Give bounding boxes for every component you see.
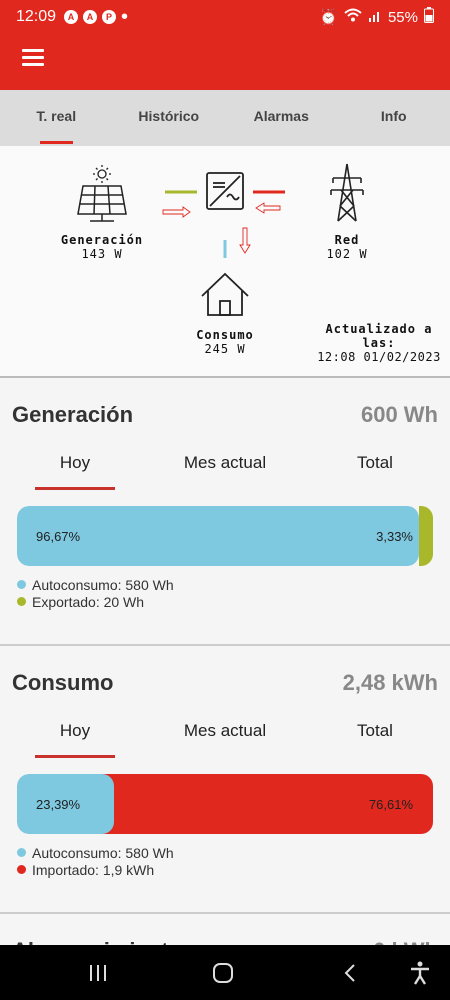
updated-value: 12:08 01/02/2023: [317, 350, 441, 364]
generation-value: 143 W: [81, 247, 123, 261]
status-bar: 12:09 A A P • ⏰ 55%: [0, 0, 450, 34]
notification-icon: A: [83, 10, 98, 24]
legend-item: Exportado: 20 Wh: [17, 593, 174, 610]
menu-icon[interactable]: [22, 49, 44, 67]
tab-total[interactable]: Total: [300, 716, 450, 756]
legend-label: Autoconsumo: 580 Wh: [32, 844, 174, 861]
legend-dot: [17, 580, 26, 589]
arrow-right-icon: [162, 206, 191, 218]
recent-apps-button[interactable]: [80, 945, 116, 1000]
battery-icon: [424, 7, 434, 27]
more-notifications-icon: •: [121, 6, 129, 28]
section-title: Consumo: [12, 670, 114, 695]
consumption-section: Consumo 2,48 kWh Hoy Mes actual Total 23…: [0, 646, 450, 914]
tab-alarms[interactable]: Alarmas: [225, 90, 338, 146]
legend-dot: [17, 848, 26, 857]
tab-current-month[interactable]: Mes actual: [150, 448, 300, 488]
power-tower-icon: [330, 163, 364, 222]
main-tabs: T. real Histórico Alarmas Info: [0, 90, 450, 146]
tab-today[interactable]: Hoy: [0, 716, 150, 758]
home-button[interactable]: [205, 945, 241, 1000]
section-title: Generación: [12, 402, 134, 427]
pinterest-icon: P: [102, 10, 117, 24]
tab-history[interactable]: Histórico: [113, 90, 226, 146]
signal-icon: [368, 8, 382, 26]
generation-readout: Generación 143 W: [52, 233, 152, 261]
generation-section: Generación 600 Wh Hoy Mes actual Total 9…: [0, 378, 450, 646]
arrow-down-icon: [239, 227, 251, 254]
tab-info[interactable]: Info: [338, 90, 450, 146]
wifi-icon: [344, 8, 362, 26]
legend-dot: [17, 597, 26, 606]
legend-item: Autoconsumo: 580 Wh: [17, 844, 174, 861]
legend-label: Autoconsumo: 580 Wh: [32, 576, 174, 593]
tab-total[interactable]: Total: [300, 448, 450, 488]
accessibility-icon: [411, 961, 429, 985]
accessibility-button[interactable]: [402, 945, 438, 1000]
back-button[interactable]: [332, 945, 368, 1000]
solar-panel-icon: [77, 185, 127, 222]
legend-item: Importado: 1,9 kWh: [17, 861, 174, 878]
consumption-label: Consumo: [196, 328, 254, 342]
self-consumption-segment: 96,67%: [17, 506, 420, 566]
legend: Autoconsumo: 580 Wh Importado: 1,9 kWh: [17, 844, 174, 878]
sun-icon: [93, 165, 111, 183]
updated-label: Actualizado a las:: [325, 322, 433, 350]
app-bar: [0, 34, 450, 90]
grid-value: 102 W: [326, 247, 368, 261]
period-tabs: Hoy Mes actual Total: [0, 448, 450, 490]
generation-share-bar: 96,67% 3,33%: [17, 506, 433, 566]
section-total: 600 Wh: [360, 402, 438, 427]
battery-level: 55%: [387, 8, 418, 26]
consumption-share-bar: 23,39% 76,61%: [17, 774, 433, 834]
updated-readout: Actualizado a las: 12:08 01/02/2023: [308, 322, 450, 364]
period-tabs: Hoy Mes actual Total: [0, 716, 450, 758]
recent-apps-icon: [90, 964, 106, 981]
self-consumption-segment: 23,39%: [17, 774, 115, 834]
status-time: 12:09: [16, 8, 57, 25]
tab-current-month[interactable]: Mes actual: [150, 716, 300, 756]
legend-label: Exportado: 20 Wh: [32, 593, 145, 610]
energy-flow-panel: Generación 143 W Red 102 W Consumo 245 W…: [0, 146, 450, 378]
arrow-left-icon: [255, 202, 281, 214]
grid-label: Red: [334, 233, 360, 247]
legend-label: Importado: 1,9 kWh: [32, 861, 155, 878]
consumption-value: 245 W: [204, 342, 246, 356]
imported-segment: 76,61%: [102, 774, 433, 834]
house-icon: [201, 272, 249, 316]
back-icon: [344, 963, 355, 982]
generation-label: Generación: [60, 233, 144, 247]
inverter-icon: [206, 172, 244, 210]
consumption-readout: Consumo 245 W: [180, 328, 270, 356]
segment-label: 23,39%: [36, 796, 81, 812]
legend: Autoconsumo: 580 Wh Exportado: 20 Wh: [17, 576, 174, 610]
tab-real-time[interactable]: T. real: [0, 90, 113, 146]
segment-label: 3,33%: [376, 528, 413, 544]
segment-label: 96,67%: [36, 528, 81, 544]
section-total: 2,48 kWh: [342, 670, 438, 695]
tab-today[interactable]: Hoy: [0, 448, 150, 490]
notification-icon: A: [64, 10, 79, 24]
segment-label: 76,61%: [368, 796, 413, 812]
exported-segment: 3,33%: [376, 506, 433, 566]
home-icon: [213, 962, 233, 983]
legend-dot: [17, 865, 26, 874]
system-nav-bar: [0, 945, 450, 1000]
grid-readout: Red 102 W: [307, 233, 387, 261]
legend-item: Autoconsumo: 580 Wh: [17, 576, 174, 593]
alarm-icon: ⏰: [319, 9, 338, 26]
